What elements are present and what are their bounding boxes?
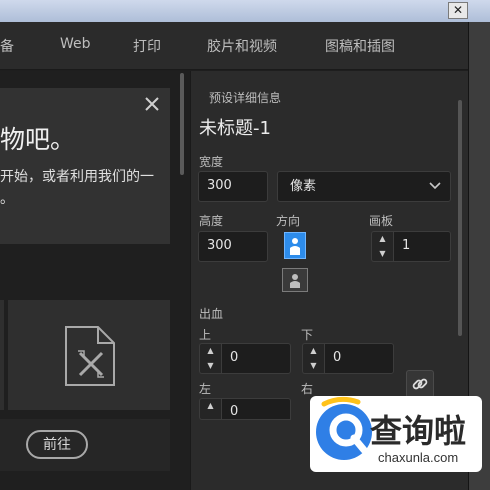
orientation-label: 方向 [276,214,301,228]
width-label: 宽度 [199,155,224,169]
welcome-title: 物吧。 [0,125,76,154]
scrollbar-thumb[interactable] [458,100,462,336]
window-titlebar: ✕ [0,0,490,22]
close-icon[interactable] [142,94,162,114]
increment-icon[interactable]: ▲ [303,344,324,359]
document-pencil-icon [64,325,116,387]
details-scrollbar[interactable] [457,100,463,340]
artboard-label: 画板 [369,214,394,228]
bleed-left-input[interactable]: 0 [221,398,291,420]
welcome-text: 。 [0,191,14,207]
portrait-orientation-button[interactable] [284,232,306,259]
artboard-input[interactable]: 1 [393,231,451,262]
decrement-icon[interactable]: ▼ [303,359,324,374]
link-bleed-button[interactable] [406,370,434,398]
decrement-icon[interactable]: ▼ [372,247,393,262]
bleed-right-label: 右 [301,382,314,396]
unit-select-value: 像素 [290,179,317,194]
tab-device[interactable]: 备 [0,36,14,56]
increment-icon[interactable]: ▲ [372,232,393,247]
landscape-orientation-button[interactable] [282,268,308,292]
bleed-left-label: 左 [199,382,212,396]
bleed-top-stepper[interactable]: ▲ ▼ [199,343,221,374]
bleed-bottom-label: 下 [301,328,314,342]
height-label: 高度 [199,214,224,228]
tab-film-video[interactable]: 胶片和视频 [207,36,277,56]
width-input[interactable]: 300 [198,171,268,202]
bleed-left-stepper[interactable]: ▲ [199,398,221,420]
scrollbar-thumb[interactable] [180,73,184,175]
tab-web[interactable]: Web [60,36,91,52]
watermark-text: 查询啦 [370,412,467,450]
preset-section-label: 预设详细信息 [209,91,282,105]
height-input[interactable]: 300 [198,231,268,262]
watermark-logo [310,396,374,472]
window-close-button[interactable]: ✕ [448,2,468,19]
increment-icon[interactable]: ▲ [200,344,221,359]
decrement-icon[interactable]: ▼ [200,359,221,374]
increment-icon[interactable]: ▲ [200,399,221,410]
go-button[interactable]: 前往 [26,430,88,459]
template-thumbnail[interactable] [0,300,4,410]
templates-scrollbar[interactable] [178,71,186,411]
bleed-bottom-input[interactable]: 0 [324,343,394,374]
tab-art-illustration[interactable]: 图稿和插图 [325,36,395,56]
artboard-stepper[interactable]: ▲ ▼ [371,231,393,262]
document-name[interactable]: 未标题-1 [199,114,271,140]
tab-print[interactable]: 打印 [133,36,161,56]
watermark-url: chaxunla.com [378,450,459,465]
preset-category-tabs: 备 Web 打印 胶片和视频 图稿和插图 [0,22,468,70]
welcome-text: 开始，或者利用我们的一 [0,169,154,185]
bleed-top-input[interactable]: 0 [221,343,291,374]
bleed-bottom-stepper[interactable]: ▲ ▼ [302,343,324,374]
unit-select[interactable]: 像素 [277,171,451,202]
chevron-down-icon [429,172,441,211]
bleed-label: 出血 [199,307,224,321]
bleed-top-label: 上 [199,328,212,342]
